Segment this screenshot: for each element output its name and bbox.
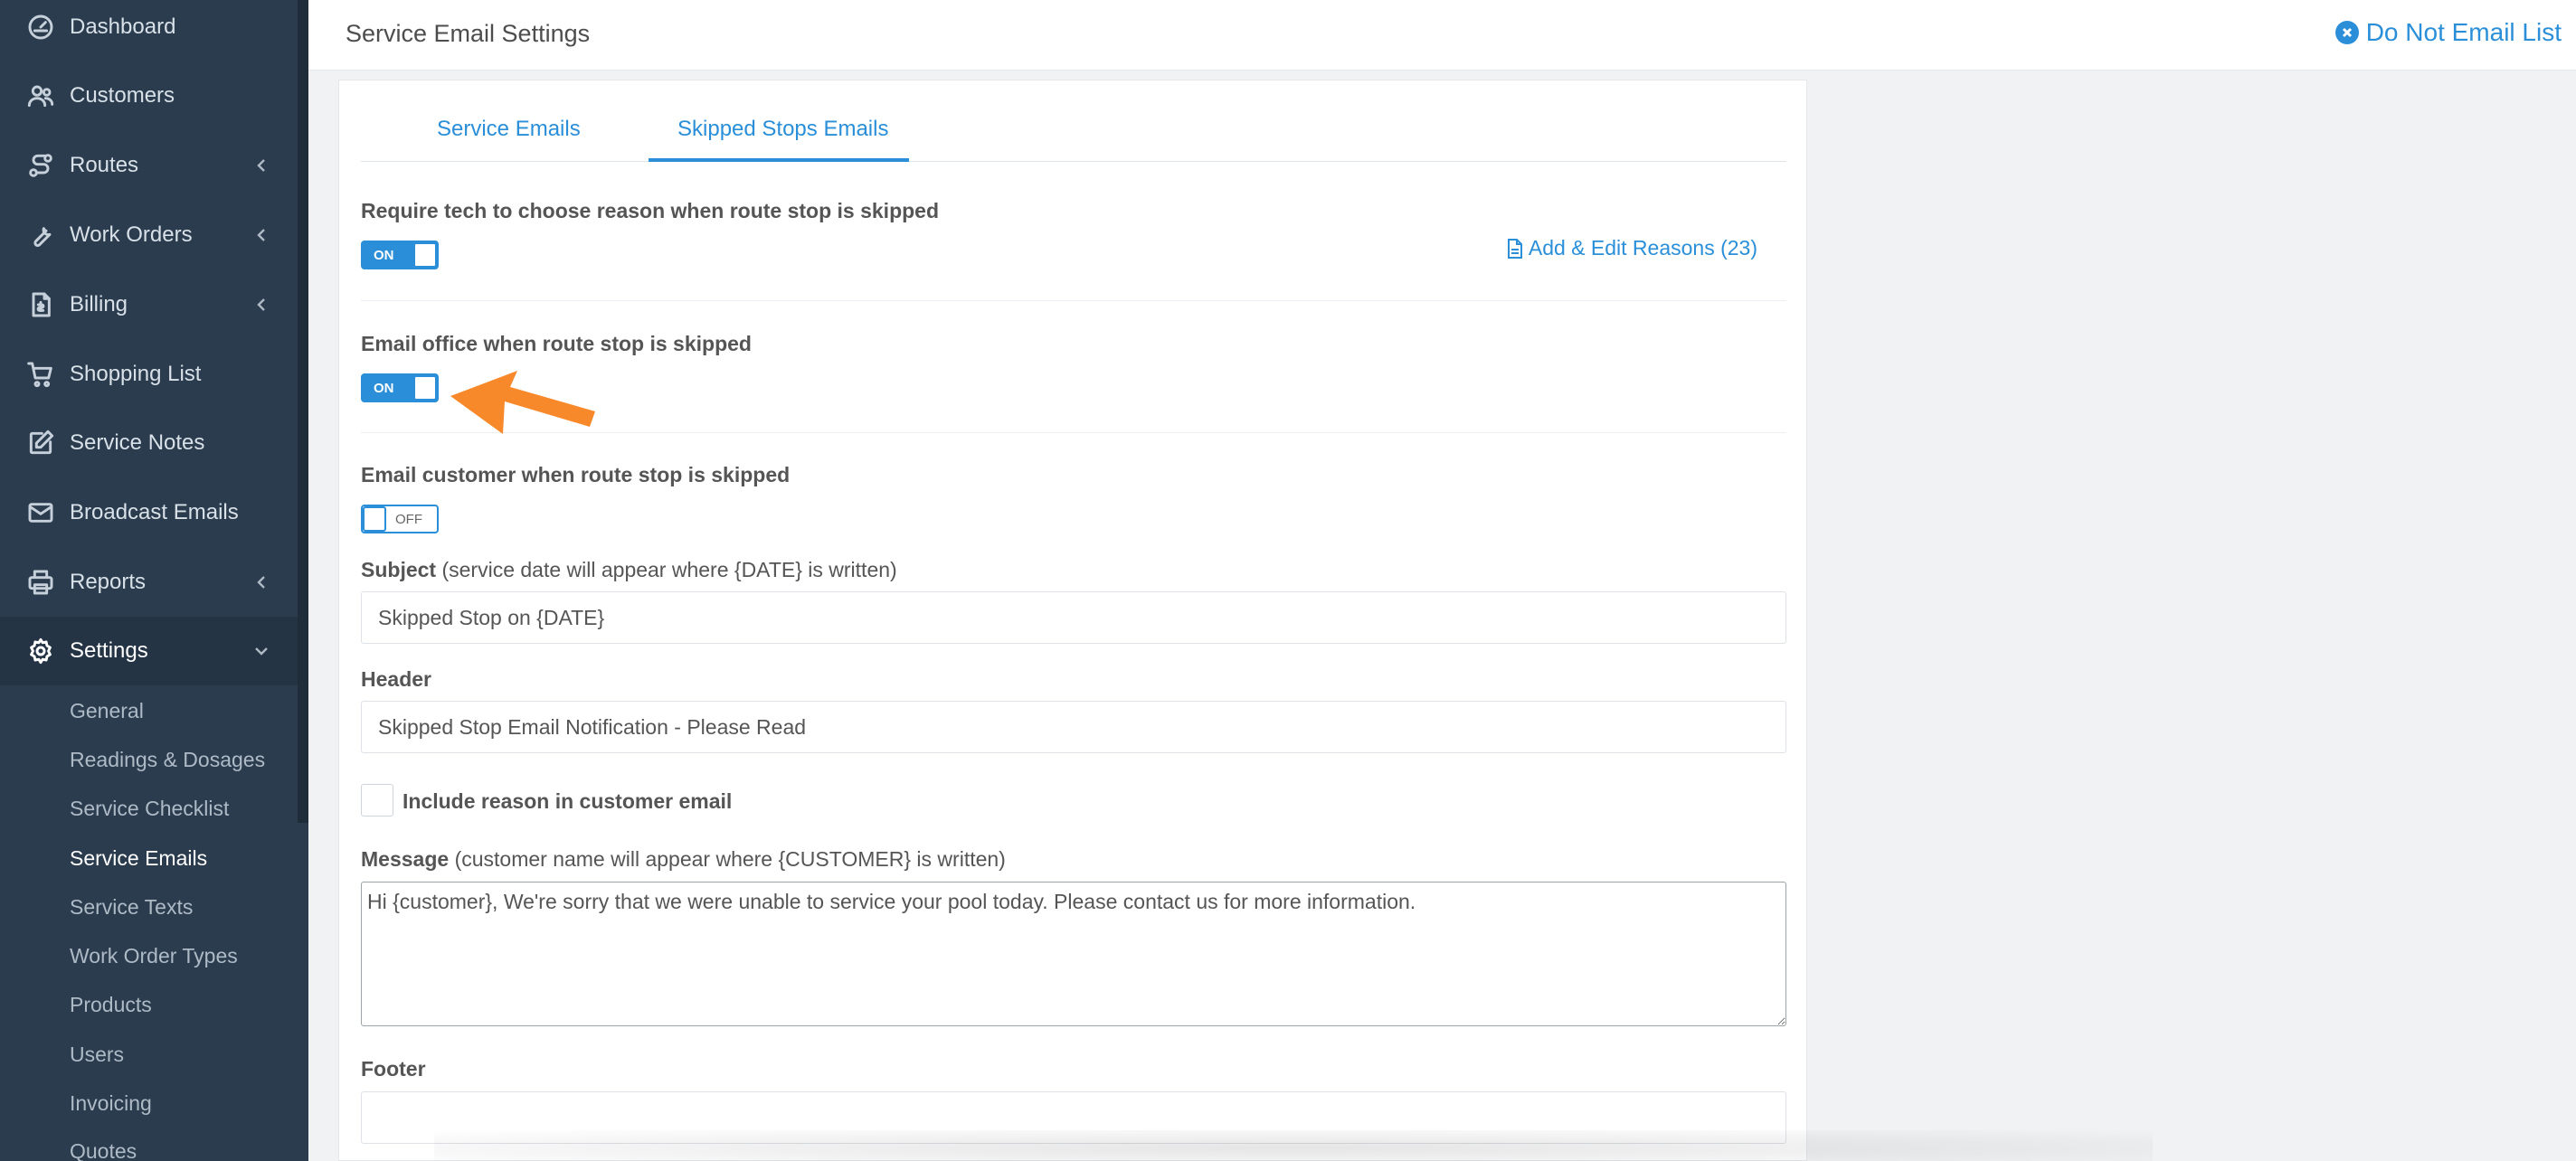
sidebar-item-broadcast-emails[interactable]: Broadcast Emails bbox=[0, 478, 298, 547]
active-tab-indicator bbox=[649, 158, 909, 162]
printer-icon bbox=[25, 567, 56, 598]
sidebar-item-billing[interactable]: Billing bbox=[0, 270, 298, 339]
settings-sub-products[interactable]: Products bbox=[70, 993, 152, 1017]
subject-hint: (service date will appear where {DATE} i… bbox=[441, 558, 897, 581]
dashboard-gauge-icon bbox=[25, 12, 56, 42]
page-title: Service Email Settings bbox=[346, 20, 591, 47]
sidebar-item-label: Dashboard bbox=[70, 14, 176, 39]
sidebar-item-dashboard[interactable]: Dashboard bbox=[0, 0, 298, 61]
sidebar-item-label: Customers bbox=[70, 83, 175, 108]
settings-sub-readings-dosages[interactable]: Readings & Dosages bbox=[70, 748, 265, 772]
footer-label-row: Footer bbox=[361, 1057, 426, 1081]
footer-label: Footer bbox=[361, 1057, 426, 1081]
settings-sub-service-texts[interactable]: Service Texts bbox=[70, 895, 193, 920]
header-label-row: Header bbox=[361, 667, 431, 692]
message-hint: (customer name will appear where {CUSTOM… bbox=[454, 847, 1006, 871]
top-bar: Service Email Settings Do Not Email List bbox=[308, 0, 2576, 71]
settings-sub-service-checklist[interactable]: Service Checklist bbox=[70, 797, 229, 821]
do-not-email-list-link[interactable]: Do Not Email List bbox=[2334, 18, 2562, 47]
annotation-arrow-icon bbox=[450, 371, 595, 434]
include-reason-checkbox[interactable] bbox=[361, 784, 393, 816]
cart-icon bbox=[25, 359, 56, 390]
message-label-row: Message (customer name will appear where… bbox=[361, 847, 1006, 872]
edit-note-icon bbox=[25, 428, 56, 458]
sidebar: Dashboard Customers Routes Work Orders B… bbox=[0, 0, 308, 1161]
sidebar-scrollbar[interactable] bbox=[298, 0, 308, 823]
chevron-down-icon bbox=[252, 642, 270, 660]
wrench-icon bbox=[25, 220, 56, 250]
app-root: Dashboard Customers Routes Work Orders B… bbox=[0, 0, 2576, 1161]
email-office-label: Email office when route stop is skipped bbox=[361, 332, 752, 355]
require-reason-label: Require tech to choose reason when route… bbox=[361, 199, 940, 222]
sidebar-item-label: Broadcast Emails bbox=[70, 500, 239, 524]
toggle-knob bbox=[413, 242, 437, 268]
toggle-state-text: OFF bbox=[395, 512, 422, 527]
subject-input[interactable] bbox=[361, 591, 1786, 644]
sidebar-item-label: Reports bbox=[70, 570, 147, 594]
subject-label-row: Subject (service date will appear where … bbox=[361, 558, 897, 582]
sidebar-item-routes[interactable]: Routes bbox=[0, 131, 298, 200]
require-reason-toggle[interactable]: ON bbox=[361, 241, 439, 269]
settings-sub-service-emails[interactable]: Service Emails bbox=[70, 846, 207, 871]
chevron-left-icon bbox=[252, 296, 270, 314]
toggle-knob bbox=[413, 375, 437, 401]
sidebar-item-service-notes[interactable]: Service Notes bbox=[0, 409, 298, 477]
sidebar-item-customers[interactable]: Customers bbox=[0, 61, 298, 130]
tab-skipped-stops-emails[interactable]: Skipped Stops Emails bbox=[677, 117, 888, 142]
header-input[interactable] bbox=[361, 701, 1786, 753]
chevron-left-icon bbox=[252, 156, 270, 175]
sidebar-item-label: Settings bbox=[70, 638, 148, 663]
invoice-icon bbox=[25, 289, 56, 320]
chevron-left-icon bbox=[252, 573, 270, 591]
users-icon bbox=[25, 80, 56, 111]
settings-sub-quotes[interactable]: Quotes bbox=[70, 1139, 137, 1161]
bottom-shadow bbox=[434, 1130, 2153, 1161]
sidebar-item-shopping-list[interactable]: Shopping List bbox=[0, 340, 298, 409]
route-icon bbox=[25, 150, 56, 181]
sidebar-item-label: Work Orders bbox=[70, 222, 193, 247]
sidebar-item-label: Routes bbox=[70, 153, 139, 177]
close-circle-icon bbox=[2334, 21, 2359, 44]
document-icon bbox=[1507, 238, 1522, 259]
toggle-state-text: ON bbox=[374, 248, 394, 263]
section-divider bbox=[361, 300, 1786, 301]
add-edit-reasons-link[interactable]: Add & Edit Reasons (23) bbox=[1507, 236, 1757, 260]
add-edit-reasons-label: Add & Edit Reasons (23) bbox=[1528, 236, 1757, 260]
email-customer-label: Email customer when route stop is skippe… bbox=[361, 463, 791, 486]
tab-bar: Service Emails Skipped Stops Emails bbox=[361, 80, 1786, 162]
sidebar-item-label: Service Notes bbox=[70, 430, 205, 455]
sidebar-item-settings[interactable]: Settings bbox=[0, 617, 298, 685]
sidebar-item-label: Shopping List bbox=[70, 362, 202, 386]
settings-sub-work-order-types[interactable]: Work Order Types bbox=[70, 944, 238, 968]
settings-panel: Service Emails Skipped Stops Emails Requ… bbox=[338, 80, 1807, 1161]
header-label: Header bbox=[361, 667, 431, 691]
tab-service-emails[interactable]: Service Emails bbox=[437, 117, 581, 142]
gear-icon bbox=[25, 636, 56, 666]
toggle-knob bbox=[363, 506, 386, 532]
sidebar-item-label: Billing bbox=[70, 292, 128, 316]
subject-label: Subject bbox=[361, 558, 437, 581]
settings-sub-general[interactable]: General bbox=[70, 699, 144, 723]
chevron-left-icon bbox=[252, 226, 270, 244]
message-label: Message bbox=[361, 847, 450, 871]
do-not-email-list-label: Do Not Email List bbox=[2365, 18, 2562, 46]
envelope-icon bbox=[25, 497, 56, 528]
email-office-toggle[interactable]: ON bbox=[361, 373, 439, 402]
toggle-state-text: ON bbox=[374, 381, 394, 396]
email-customer-toggle[interactable]: OFF bbox=[361, 505, 439, 533]
sidebar-item-reports[interactable]: Reports bbox=[0, 548, 298, 617]
sidebar-item-work-orders[interactable]: Work Orders bbox=[0, 201, 298, 269]
settings-sub-users[interactable]: Users bbox=[70, 1043, 124, 1067]
message-textarea[interactable]: Hi {customer}, We're sorry that we were … bbox=[361, 882, 1786, 1026]
settings-sub-invoicing[interactable]: Invoicing bbox=[70, 1091, 152, 1116]
include-reason-label: Include reason in customer email bbox=[402, 789, 733, 813]
